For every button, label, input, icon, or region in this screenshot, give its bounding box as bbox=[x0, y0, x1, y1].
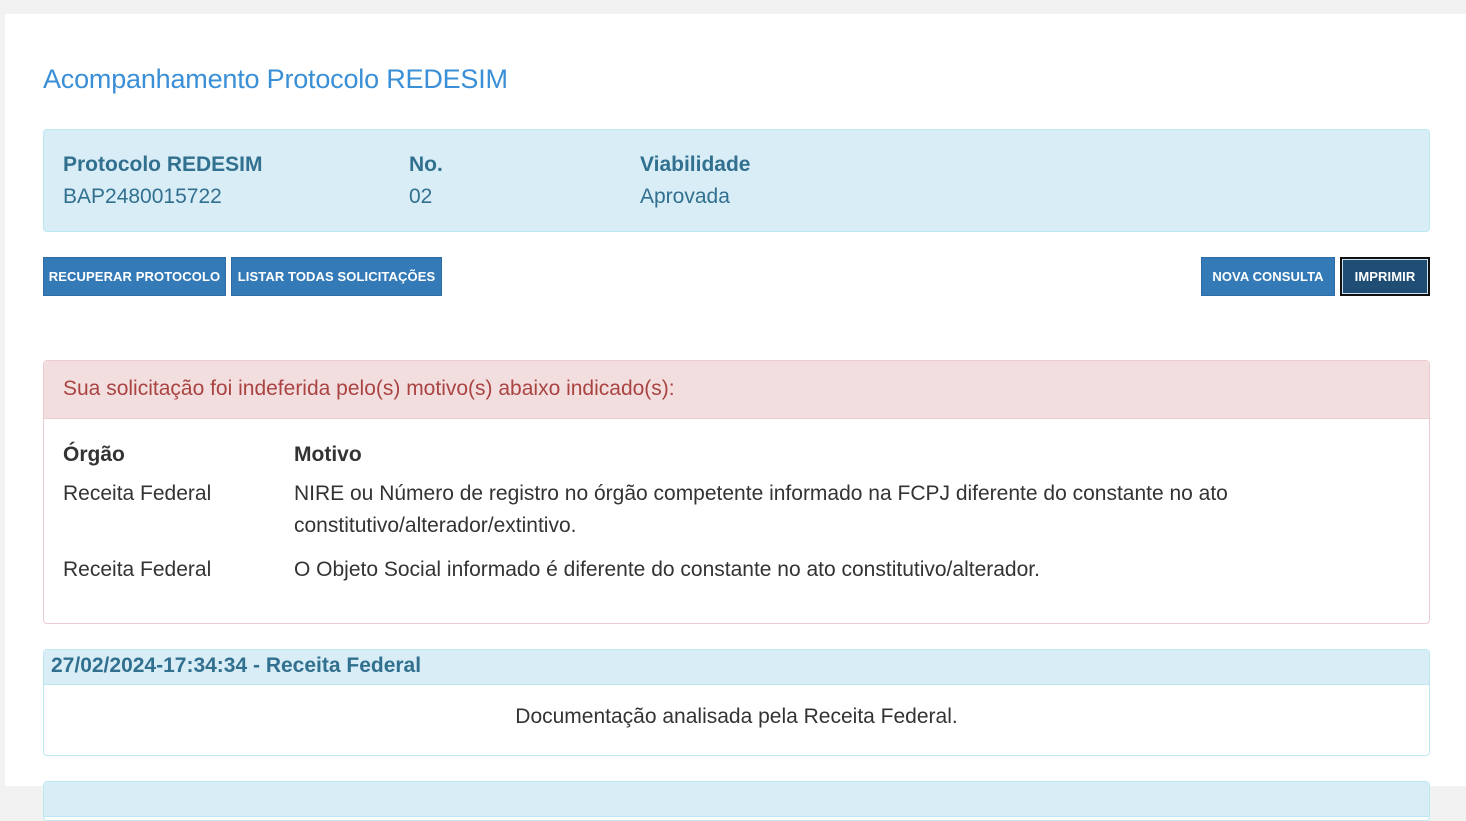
indeferimento-panel: Sua solicitação foi indeferida pelo(s) m… bbox=[43, 360, 1430, 624]
protocolo-label: Protocolo REDESIM bbox=[63, 153, 263, 176]
motivo-line: constitutivo/alterador/extintivo. bbox=[294, 514, 577, 537]
viabilidade-value: Aprovada bbox=[640, 185, 730, 208]
event-panel: 27/02/2024-17:34:34 - Receita Federal Do… bbox=[43, 649, 1430, 756]
motivo-line: NIRE ou Número de registro no órgão comp… bbox=[294, 482, 1228, 505]
numero-label: No. bbox=[409, 153, 443, 176]
motivo-column-header: Motivo bbox=[294, 443, 362, 466]
page-title: Acompanhamento Protocolo REDESIM bbox=[43, 64, 508, 94]
numero-value: 02 bbox=[409, 185, 433, 208]
event-header: 27/02/2024-17:34:34 - Receita Federal bbox=[44, 650, 1429, 685]
nova-consulta-button[interactable]: NOVA CONSULTA bbox=[1201, 257, 1335, 296]
event-body: Documentação analisada pela Receita Fede… bbox=[515, 705, 958, 728]
listar-solicitacoes-button[interactable]: LISTAR TODAS SOLICITAÇÕES bbox=[231, 257, 442, 296]
numero-column: No. 02 bbox=[409, 152, 443, 210]
protocolo-column: Protocolo REDESIM BAP2480015722 bbox=[63, 152, 263, 210]
imprimir-button[interactable]: IMPRIMIR bbox=[1340, 257, 1430, 296]
recuperar-protocolo-button[interactable]: RECUPERAR PROTOCOLO bbox=[43, 257, 226, 296]
reasons-header-row: Órgão Motivo bbox=[63, 439, 1410, 471]
table-row: Receita Federal NIRE ou Número de regist… bbox=[63, 478, 1410, 542]
page-container: Acompanhamento Protocolo REDESIM Protoco… bbox=[5, 14, 1466, 821]
event-header bbox=[44, 782, 1429, 817]
protocol-info-box: Protocolo REDESIM BAP2480015722 No. 02 V… bbox=[43, 129, 1430, 232]
motivo-cell: O Objeto Social informado é diferente do… bbox=[294, 558, 1040, 581]
table-row: Receita Federal O Objeto Social informad… bbox=[63, 554, 1410, 586]
protocolo-value: BAP2480015722 bbox=[63, 185, 222, 208]
reasons-table: Órgão Motivo Receita Federal NIRE ou Núm… bbox=[63, 439, 1410, 586]
viabilidade-column: Viabilidade Aprovada bbox=[640, 152, 751, 210]
motivo-cell: NIRE ou Número de registro no órgão comp… bbox=[294, 478, 1410, 542]
orgao-cell: Receita Federal bbox=[63, 558, 212, 581]
orgao-column-header: Órgão bbox=[63, 443, 125, 466]
indeferimento-heading: Sua solicitação foi indeferida pelo(s) m… bbox=[44, 361, 1429, 419]
viabilidade-label: Viabilidade bbox=[640, 153, 751, 176]
event-panel bbox=[43, 781, 1430, 821]
orgao-cell: Receita Federal bbox=[63, 482, 212, 505]
